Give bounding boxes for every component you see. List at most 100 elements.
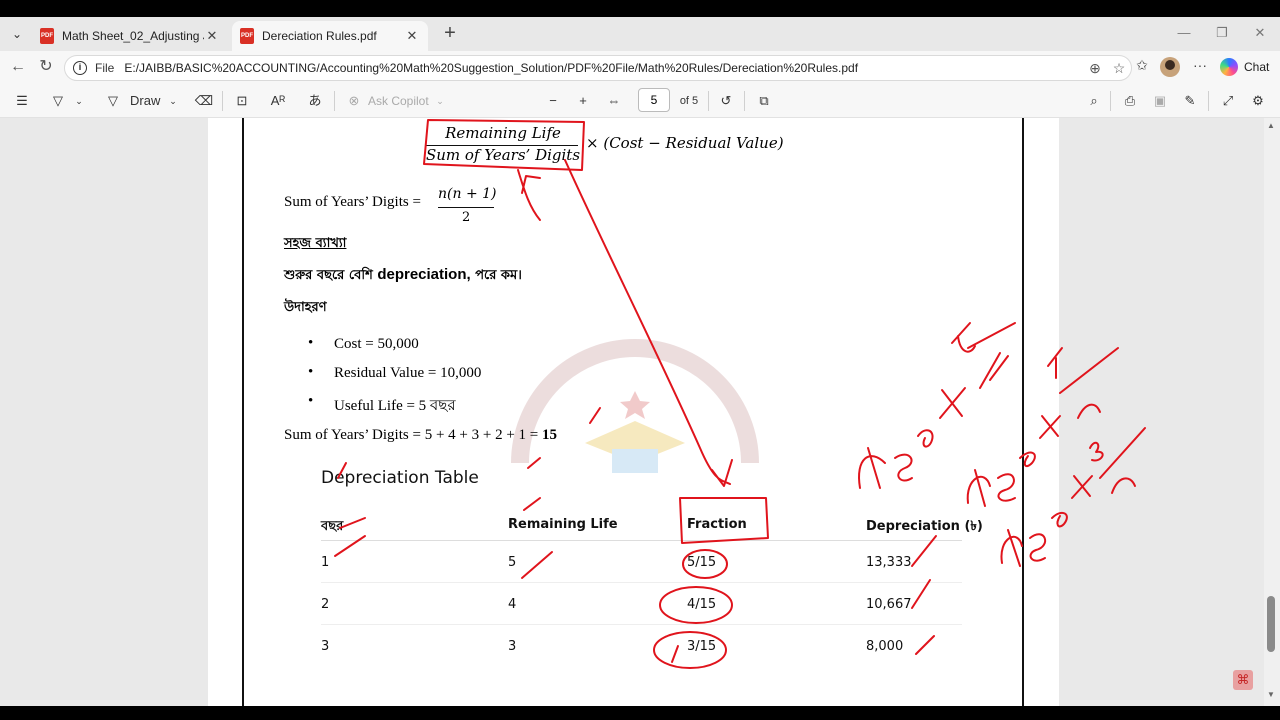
scroll-thumb[interactable]: [1267, 596, 1275, 652]
table-cell: 4: [508, 597, 517, 612]
zoom-in-icon[interactable]: +: [574, 92, 592, 110]
table-cell: 3/15: [687, 639, 717, 654]
tab-math-sheet[interactable]: PDF Math Sheet_02_Adjusting Journal... ✕: [32, 21, 228, 51]
table-cell: 5: [508, 555, 517, 570]
row-divider: [321, 582, 962, 583]
table-cell: 3: [508, 639, 517, 654]
close-tab-icon[interactable]: ✕: [404, 28, 420, 44]
site-info-icon[interactable]: i: [73, 61, 87, 75]
zoom-icon[interactable]: ⊕: [1083, 60, 1107, 77]
pdf-file-icon: PDF: [40, 28, 54, 44]
refresh-icon[interactable]: ↻: [36, 58, 56, 78]
divider: [1208, 91, 1209, 111]
page-border-right: [1022, 118, 1024, 706]
copilot-icon: [1220, 58, 1238, 76]
syd-denominator: 2: [462, 210, 471, 225]
explanation-heading: সহজ ব্যাখ্যা: [284, 236, 347, 251]
acrobat-icon[interactable]: ⌘: [1233, 670, 1253, 690]
favorite-star-icon[interactable]: ☆: [1107, 60, 1131, 77]
table-cell: 10,667: [866, 597, 912, 612]
page-view-icon[interactable]: ⧉: [754, 92, 774, 110]
page-number-input[interactable]: 5: [638, 88, 670, 112]
draw-icon[interactable]: ▽: [104, 92, 122, 110]
explanation-part-b: পরে কম।: [475, 268, 522, 283]
explanation-part-a: শুরুর বছরে বেশি: [284, 268, 373, 283]
sum-text: Sum of Years’ Digits = 5 + 4 + 3 + 2 + 1…: [284, 427, 539, 443]
fit-to-width-icon[interactable]: ⇔: [604, 92, 624, 110]
chevron-down-icon[interactable]: ⌄: [434, 92, 446, 110]
page-border-left: [242, 118, 244, 706]
text-icon[interactable]: ⊡: [232, 92, 252, 110]
address-bar[interactable]: i File E:/JAIBB/BASIC%20ACCOUNTING/Accou…: [64, 55, 1132, 81]
column-header: Remaining Life: [508, 517, 618, 532]
tab-actions-icon[interactable]: ⌄: [6, 24, 28, 44]
minimize-icon[interactable]: —: [1174, 25, 1194, 40]
translate-icon[interactable]: あ: [304, 92, 326, 110]
url-text[interactable]: E:/JAIBB/BASIC%20ACCOUNTING/Accounting%2…: [124, 61, 1083, 75]
highlight-icon[interactable]: ▽: [48, 92, 68, 110]
explanation-bold: depreciation,: [377, 266, 471, 283]
ask-copilot-label[interactable]: Ask Copilot: [368, 92, 432, 110]
pdf-toolbar: ☰ ▽ ⌄ ▽ Draw ⌄ ⌫ ⊡ Aᴿ あ ⊗ Ask Copilot ⌄ …: [0, 83, 1280, 118]
copilot-chat-button[interactable]: Chat: [1220, 56, 1269, 78]
back-icon[interactable]: ←: [8, 58, 28, 78]
save-icon[interactable]: ▣: [1150, 92, 1170, 110]
pdf-viewer[interactable]: Remaining Life Sum of Years’ Digits × (C…: [0, 118, 1280, 706]
settings-gear-icon[interactable]: ⚙: [1248, 92, 1268, 110]
print-icon[interactable]: ⎙: [1120, 92, 1140, 110]
eraser-icon[interactable]: ⌫: [194, 92, 214, 110]
divider: [1110, 91, 1111, 111]
chevron-down-icon[interactable]: ⌄: [72, 92, 86, 110]
close-tab-icon[interactable]: ✕: [204, 28, 220, 44]
pdf-file-icon: PDF: [240, 28, 254, 44]
tab-title: Math Sheet_02_Adjusting Journal...: [62, 29, 204, 43]
bullet-text: Cost = 50,000: [334, 336, 419, 352]
contents-icon[interactable]: ☰: [12, 92, 32, 110]
tab-title: Dereciation Rules.pdf: [262, 29, 377, 43]
profile-avatar[interactable]: [1160, 57, 1180, 77]
divider: [334, 91, 335, 111]
close-window-icon[interactable]: ✕: [1250, 25, 1270, 41]
page-total: of 5: [679, 95, 699, 107]
table-cell: 13,333: [866, 555, 912, 570]
fullscreen-icon[interactable]: ⤢: [1218, 92, 1238, 110]
sum-of-digits-line: Sum of Years’ Digits = 5 + 4 + 3 + 2 + 1…: [284, 427, 557, 444]
formula-denominator: Sum of Years’ Digits: [425, 146, 581, 164]
chevron-down-icon[interactable]: ⌄: [166, 92, 180, 110]
table-cell: 8,000: [866, 639, 904, 654]
scroll-down-icon[interactable]: ▼: [1267, 690, 1275, 699]
save-as-icon[interactable]: ✎: [1180, 92, 1200, 110]
read-aloud-icon[interactable]: Aᴿ: [268, 92, 288, 110]
restore-icon[interactable]: ❐: [1212, 25, 1232, 41]
table-cell: 2: [321, 597, 330, 612]
row-divider: [321, 624, 962, 625]
column-header: Fraction: [687, 517, 747, 532]
draw-label[interactable]: Draw: [130, 92, 160, 110]
bullet-text: Useful Life = 5 বছর: [334, 398, 456, 414]
new-tab-button[interactable]: +: [440, 23, 460, 44]
search-icon[interactable]: ⌕: [1084, 92, 1104, 110]
zoom-out-icon[interactable]: −: [544, 92, 562, 110]
formula-numerator: Remaining Life: [445, 124, 561, 142]
more-options-icon[interactable]: ···: [1190, 57, 1210, 79]
table-cell: 1: [321, 555, 330, 570]
sum-result: 15: [542, 427, 557, 443]
syd-numerator: n(n + 1): [438, 186, 497, 202]
scroll-up-icon[interactable]: ▲: [1267, 121, 1275, 130]
copilot-icon[interactable]: ⊗: [344, 92, 364, 110]
fraction-line: [438, 207, 494, 208]
browser-window: ⌄ PDF Math Sheet_02_Adjusting Journal...…: [0, 17, 1280, 706]
header-divider: [321, 540, 962, 541]
column-header: বছর: [321, 519, 344, 534]
favorites-icon[interactable]: ✩: [1132, 57, 1152, 79]
rotate-icon[interactable]: ↺: [716, 92, 736, 110]
scheme-label: File: [95, 61, 115, 75]
chat-label: Chat: [1244, 60, 1270, 74]
navigation-bar: ← ↻ i File E:/JAIBB/BASIC%20ACCOUNTING/A…: [0, 51, 1280, 83]
screen-top-bar: [0, 0, 1280, 17]
tab-depreciation-rules[interactable]: PDF Dereciation Rules.pdf ✕: [232, 21, 428, 51]
watermark-logo: [511, 339, 759, 473]
bullet-text: Residual Value = 10,000: [334, 365, 482, 381]
tab-strip: ⌄ PDF Math Sheet_02_Adjusting Journal...…: [0, 17, 1280, 51]
screen-bottom-bar: [0, 706, 1280, 720]
